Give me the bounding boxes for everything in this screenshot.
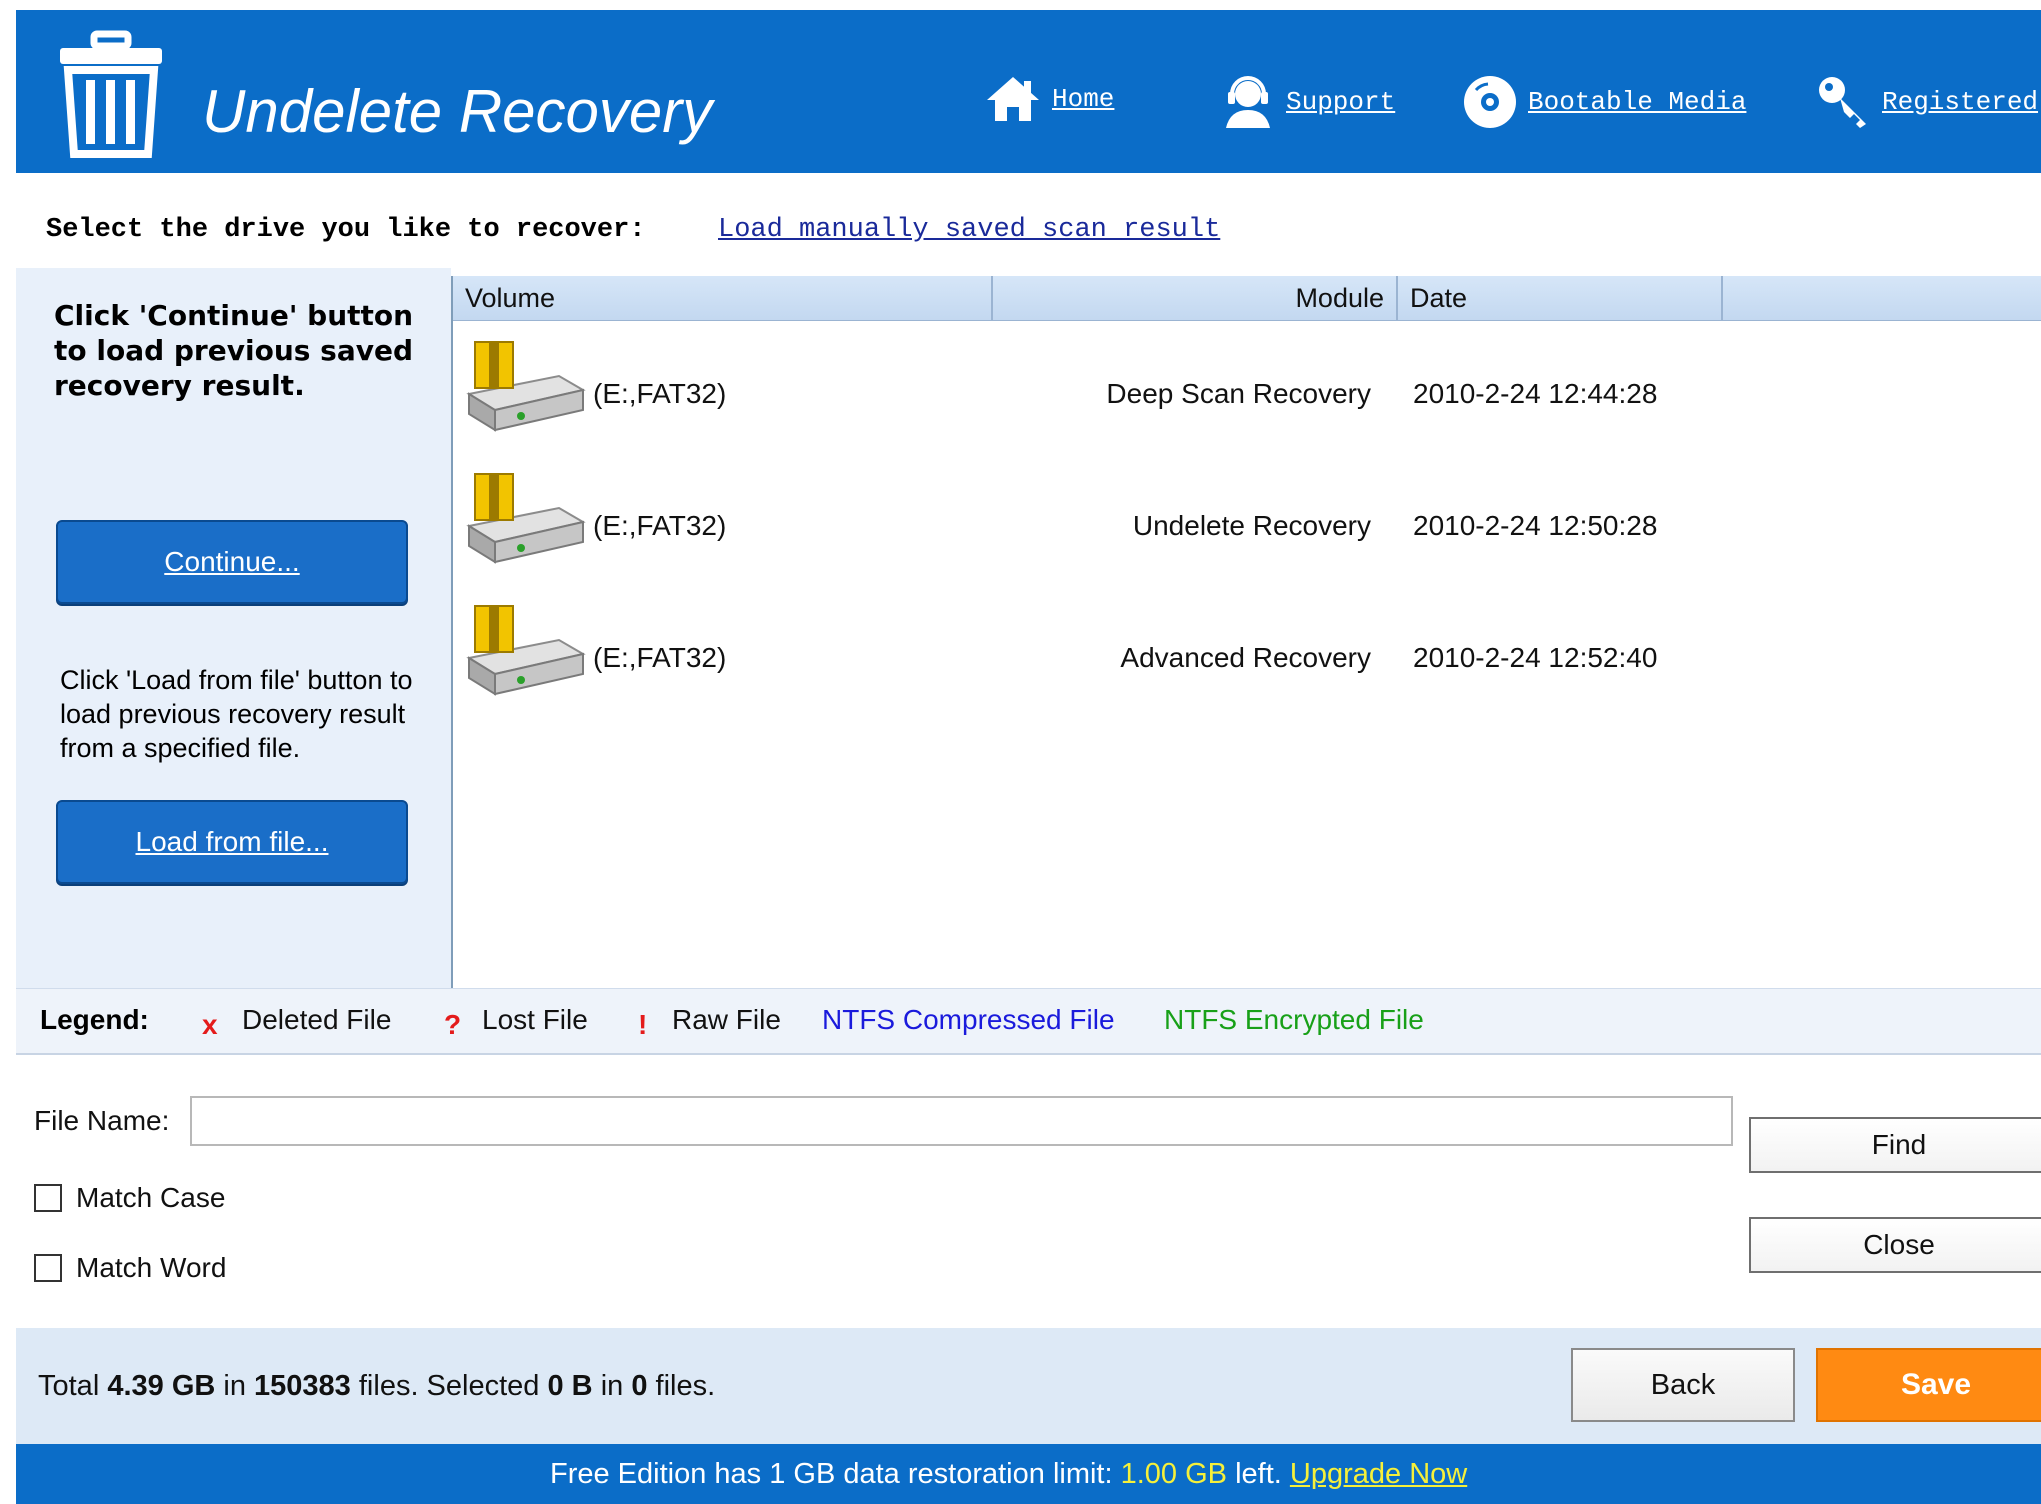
match-word-label: Match Word — [76, 1252, 227, 1283]
nav-support[interactable]: Support — [1220, 74, 1395, 130]
legend-deleted-file: Deleted File — [242, 1004, 392, 1035]
trash-bin-icon — [60, 30, 162, 158]
drive-select-prompt: Select the drive you like to recover: — [46, 215, 646, 245]
table-header: Volume Module Date — [453, 276, 2041, 321]
load-file-instructions: Click 'Load from file' button to load pr… — [60, 665, 413, 763]
file-name-label: File Name: — [34, 1105, 170, 1136]
nav-support-label[interactable]: Support — [1286, 87, 1395, 117]
table-row[interactable]: (E:,FAT32) Undelete Recovery 2010-2-24 1… — [453, 468, 2041, 588]
header-bar: Undelete Recovery Home Support Bootable … — [16, 10, 2041, 173]
match-case-checkbox-box[interactable] — [34, 1184, 62, 1212]
legend-title: Legend: — [40, 1004, 149, 1035]
load-saved-scan-link[interactable]: Load manually saved scan result — [718, 215, 1220, 245]
table-row[interactable]: (E:,FAT32) Advanced Recovery 2010-2-24 1… — [453, 600, 2041, 720]
status-total-files: 150383 — [254, 1370, 351, 1402]
deleted-file-mark-icon: x — [202, 1009, 218, 1040]
left-panel: Click 'Continue' button to load previous… — [16, 268, 451, 988]
cell-volume: (E:,FAT32) — [593, 378, 727, 409]
load-from-file-button[interactable]: Load from file... — [56, 800, 408, 884]
legend-raw-file: Raw File — [672, 1004, 781, 1035]
save-button[interactable]: Save — [1816, 1348, 2041, 1422]
remaining-quota-suffix: left. — [1235, 1458, 1282, 1490]
table-row[interactable]: (E:,FAT32) Deep Scan Recovery 2010-2-24 … — [453, 336, 2041, 456]
load-from-file-button-label: Load from file... — [135, 826, 329, 857]
upgrade-now-link[interactable]: Upgrade Now — [1290, 1458, 1467, 1490]
saved-results-table: Volume Module Date (E:,FAT32) Deep Scan … — [451, 276, 2041, 988]
status-bar: Total 4.39 GB in 150383 files. Selected … — [16, 1328, 2041, 1444]
status-in-label-2: in — [600, 1370, 624, 1402]
cell-module: Undelete Recovery — [1132, 510, 1371, 541]
free-edition-limit-text: Free Edition has 1 GB data restoration l… — [550, 1458, 1113, 1490]
cell-module: Deep Scan Recovery — [1106, 378, 1371, 409]
home-icon — [987, 77, 1039, 121]
hard-drive-icon — [466, 341, 586, 432]
app-window: Undelete Recovery Home Support Bootable … — [16, 0, 2041, 1504]
nav-registered[interactable]: Registered — [1816, 74, 2038, 130]
nav-home[interactable]: Home — [984, 74, 1114, 124]
nav-home-label[interactable]: Home — [1052, 84, 1114, 114]
status-selected-size: 0 B — [547, 1370, 593, 1402]
back-button[interactable]: Back — [1571, 1348, 1795, 1422]
status-files-end: files. — [655, 1370, 716, 1402]
match-case-label: Match Case — [76, 1182, 226, 1213]
cell-date: 2010-2-24 12:44:28 — [1413, 378, 1658, 409]
column-header-date[interactable]: Date — [1398, 276, 1723, 320]
hard-drive-icon — [466, 605, 586, 696]
match-word-checkbox-box[interactable] — [34, 1254, 62, 1282]
legend-bar: Legend: x Deleted File ? Lost File ! Raw… — [16, 988, 2041, 1055]
legend-ntfs-encrypted: NTFS Encrypted File — [1164, 1004, 1424, 1035]
match-case-checkbox[interactable]: Match Case — [34, 1182, 225, 1214]
key-icon — [1819, 77, 1866, 128]
status-files-selected-label: files. Selected — [358, 1370, 540, 1402]
continue-button-label: Continue... — [164, 546, 300, 577]
cell-date: 2010-2-24 12:52:40 — [1413, 642, 1658, 673]
raw-file-mark-icon: ! — [638, 1009, 648, 1040]
disc-icon — [1464, 76, 1516, 128]
legend-ntfs-compressed: NTFS Compressed File — [822, 1004, 1115, 1035]
legend-lost-file: Lost File — [482, 1004, 588, 1035]
status-total-size: 4.39 GB — [107, 1370, 216, 1402]
close-button[interactable]: Close — [1749, 1217, 2041, 1273]
nav-registered-label[interactable]: Registered — [1882, 87, 2038, 117]
lost-file-mark-icon: ? — [444, 1009, 462, 1040]
column-header-volume[interactable]: Volume — [453, 276, 993, 320]
cell-volume: (E:,FAT32) — [593, 642, 727, 673]
continue-button[interactable]: Continue... — [56, 520, 408, 604]
hard-drive-icon — [466, 473, 586, 564]
find-button[interactable]: Find — [1749, 1117, 2041, 1173]
cell-date: 2010-2-24 12:50:28 — [1413, 510, 1658, 541]
status-summary: Total 4.39 GB in 150383 files. Selected … — [38, 1370, 715, 1403]
cell-volume: (E:,FAT32) — [593, 510, 727, 541]
nav-bootable-media[interactable]: Bootable Media — [1462, 74, 1746, 130]
column-header-module[interactable]: Module — [993, 276, 1398, 320]
status-in-label: in — [223, 1370, 246, 1402]
cell-module: Advanced Recovery — [1120, 642, 1371, 673]
continue-instructions: Click 'Continue' button to load previous… — [54, 299, 414, 402]
support-agent-icon — [1226, 76, 1270, 128]
file-name-input[interactable] — [190, 1096, 1733, 1146]
status-selected-files: 0 — [631, 1370, 648, 1402]
remaining-quota-value: 1.00 GB — [1120, 1458, 1228, 1490]
free-edition-notice: Free Edition has 1 GB data restoration l… — [550, 1458, 1467, 1491]
nav-bootable-media-label[interactable]: Bootable Media — [1528, 87, 1746, 117]
match-word-checkbox[interactable]: Match Word — [34, 1252, 226, 1284]
footer-bar: Free Edition has 1 GB data restoration l… — [16, 1444, 2041, 1504]
status-total-prefix: Total — [38, 1370, 100, 1402]
app-title: Undelete Recovery — [202, 78, 713, 145]
